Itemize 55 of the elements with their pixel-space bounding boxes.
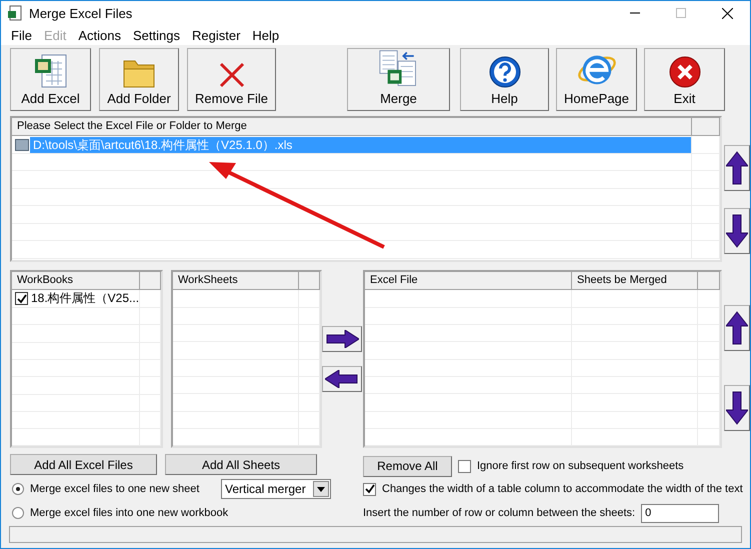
toolbar-button[interactable]: Exit <box>644 48 725 112</box>
toolbar-button[interactable]: Add Excel <box>10 48 91 112</box>
move-up-button[interactable] <box>724 305 750 352</box>
menu-item[interactable]: Help <box>246 28 286 43</box>
checkbox[interactable] <box>15 292 28 306</box>
column-header: WorkBooks <box>12 272 140 290</box>
move-up-button[interactable] <box>724 144 750 191</box>
toolbar-button[interactable]: Remove File <box>187 48 276 112</box>
menu-item[interactable]: Actions <box>72 28 127 43</box>
toolbar-button[interactable]: HomePage <box>556 48 637 112</box>
checkbox[interactable] <box>363 482 376 496</box>
toolbar-button[interactable]: Help <box>460 48 549 112</box>
radio-button[interactable] <box>12 483 24 496</box>
window-title: Merge Excel Files <box>29 6 134 20</box>
add-arrow-button[interactable] <box>322 326 362 352</box>
app-icon <box>7 5 23 21</box>
column-header: Sheets be Merged <box>572 272 698 290</box>
radio-label[interactable]: Merge excel files to one new sheet <box>30 483 215 496</box>
menu-item[interactable]: Settings <box>127 28 186 43</box>
radio-label[interactable]: Merge excel files into one new workbook <box>30 507 228 520</box>
checkbox-label[interactable]: Ignore first row on subsequent worksheets <box>477 460 684 472</box>
menu-item[interactable]: Register <box>186 28 246 43</box>
column-header: Excel File <box>365 272 572 290</box>
left-arrow-icon <box>325 370 359 388</box>
up-arrow-icon <box>726 150 748 186</box>
merger-dropdown[interactable]: Vertical merger <box>221 479 331 500</box>
move-down-button[interactable] <box>724 208 750 254</box>
remove-all-button[interactable]: Remove All <box>363 456 452 477</box>
checkbox[interactable] <box>458 460 471 473</box>
radio-button[interactable] <box>12 507 24 520</box>
file-icon <box>15 138 29 151</box>
add-all-sheets-button[interactable]: Add All Sheets <box>165 454 317 476</box>
remove-arrow-button[interactable] <box>322 366 362 392</box>
spacing-label: Insert the number of row or column between the sheets: <box>363 507 636 520</box>
column-header: WorkSheets <box>173 272 299 290</box>
right-arrow-icon <box>325 330 359 348</box>
menu-item[interactable]: File <box>5 28 38 43</box>
toolbar-button[interactable]: Add Folder <box>99 48 179 112</box>
spacing-input[interactable]: 0 <box>641 504 720 523</box>
help-icon <box>488 55 522 90</box>
close-icon <box>722 8 732 18</box>
maximize-icon <box>676 8 686 18</box>
workbook-name[interactable]: 18.构件属性（V25... <box>31 290 140 308</box>
close-icon <box>668 55 702 90</box>
dropdown-caret-icon <box>317 486 325 492</box>
move-down-button[interactable] <box>724 385 750 432</box>
spreadsheet-icon <box>34 53 68 90</box>
up-arrow-icon <box>726 310 748 346</box>
down-arrow-icon <box>726 390 748 426</box>
down-arrow-icon <box>726 212 748 249</box>
toolbar-button[interactable]: Merge <box>347 48 450 112</box>
checkbox-label[interactable]: Changes the width of a table column to accommodate the width of the text <box>382 483 743 496</box>
cross-icon <box>218 61 246 90</box>
column-header: Please Select the Excel File or Folder to Merge <box>12 118 692 136</box>
add-all-excel-files-button[interactable]: Add All Excel Files <box>10 454 157 476</box>
